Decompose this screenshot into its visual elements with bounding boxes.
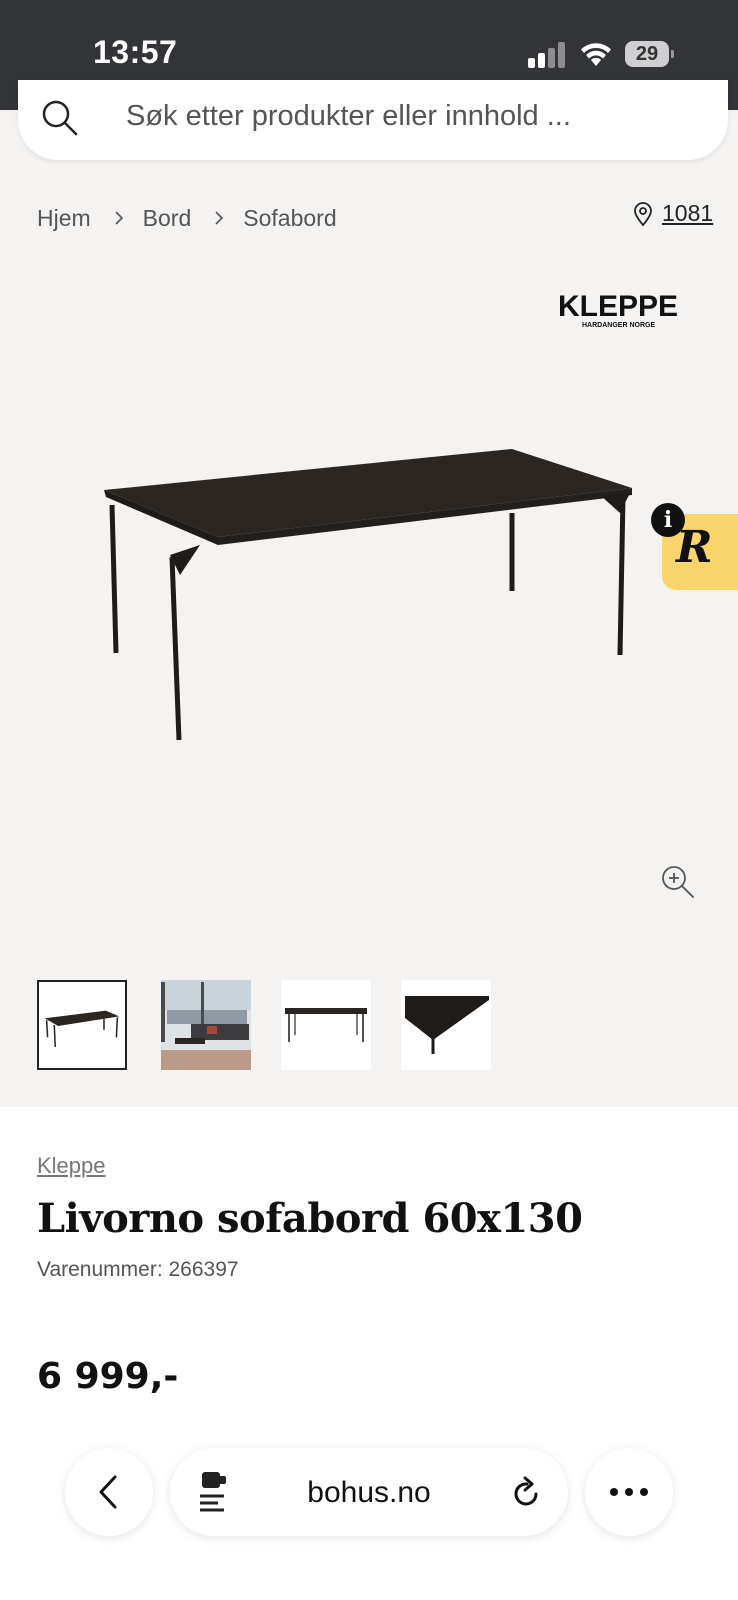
more-button[interactable]: [585, 1448, 673, 1536]
search-bar[interactable]: Søk etter produkter eller innhold ...: [18, 80, 728, 160]
chevron-right-icon: [115, 211, 123, 225]
info-icon[interactable]: i: [651, 503, 685, 537]
store-number[interactable]: 1081: [662, 200, 713, 227]
wifi-icon: [581, 43, 611, 66]
search-input[interactable]: Søk etter produkter eller innhold ...: [126, 100, 571, 133]
address-bar[interactable]: bohus.no: [170, 1448, 568, 1536]
svg-text:KLEPPE: KLEPPE: [558, 290, 678, 323]
product-sku: Varenummer: 266397: [37, 1258, 239, 1281]
chevron-left-icon: [99, 1475, 117, 1509]
battery-icon: 29: [625, 41, 674, 67]
brand-link[interactable]: Kleppe: [37, 1153, 106, 1179]
back-button[interactable]: [65, 1448, 153, 1536]
thumbnail-3[interactable]: [281, 980, 371, 1070]
svg-text:HARDANGER NORGE: HARDANGER NORGE: [582, 322, 655, 329]
zoom-in-icon[interactable]: [660, 864, 696, 900]
search-icon: [42, 100, 78, 136]
breadcrumb-home[interactable]: Hjem: [37, 205, 91, 232]
status-time: 13:57: [93, 34, 178, 70]
breadcrumb-sofabord[interactable]: Sofabord: [243, 205, 336, 232]
url-text[interactable]: bohus.no: [170, 1476, 568, 1510]
thumbnail-4[interactable]: [401, 980, 491, 1070]
store-location[interactable]: 1081: [632, 200, 713, 227]
more-dots-icon: [610, 1488, 648, 1496]
chevron-right-icon: [215, 211, 224, 225]
product-title: Livorno sofabord 60x130: [37, 1195, 583, 1242]
breadcrumb-bord[interactable]: Bord: [143, 205, 192, 232]
thumbnail-2[interactable]: [161, 980, 251, 1070]
product-price: 6 999,-: [37, 1356, 179, 1397]
battery-level: 29: [625, 41, 669, 67]
thumbnail-1[interactable]: [37, 980, 127, 1070]
location-pin-icon: [634, 201, 652, 226]
brand-logo: KLEPPE HARDANGER NORGE: [558, 290, 678, 329]
product-image[interactable]: [100, 445, 640, 765]
reload-icon[interactable]: [510, 1474, 544, 1510]
signal-icon: [528, 42, 565, 68]
breadcrumb: Hjem Bord Sofabord: [37, 202, 337, 234]
